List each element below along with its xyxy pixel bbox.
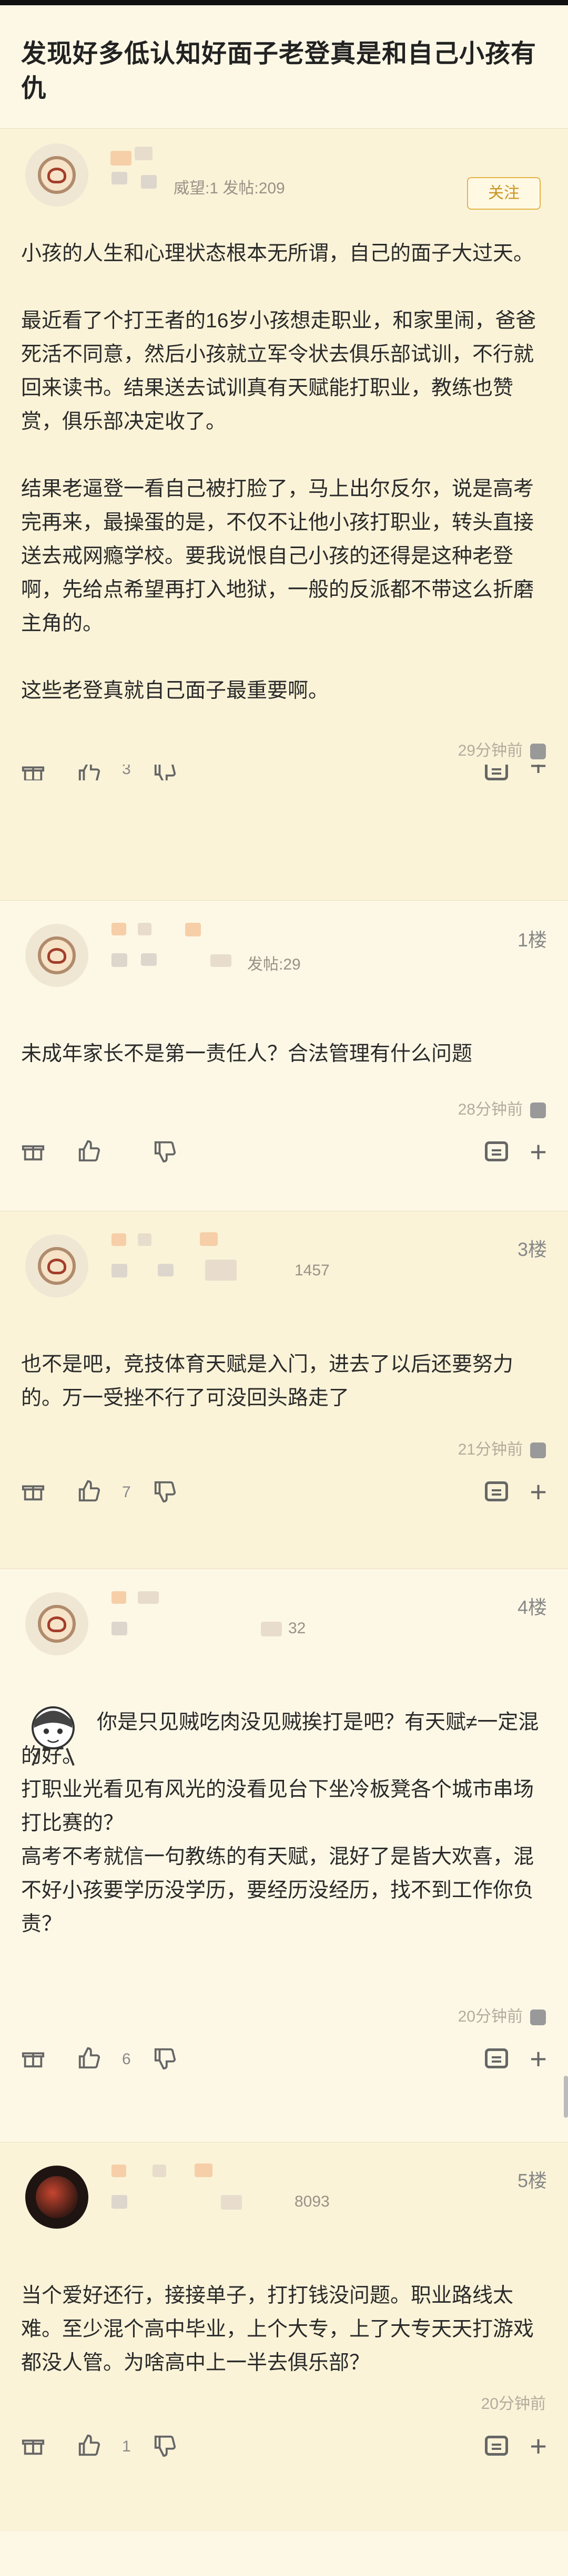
user-meta: 发帖:29 bbox=[247, 956, 301, 973]
paragraph: 高考不考就信一句教练的有天赋，混好了是皆大欢喜，混不好小孩要学历没学历，要经历没… bbox=[21, 1846, 534, 1935]
comment-icon[interactable] bbox=[485, 765, 508, 780]
floor-number: 5楼 bbox=[517, 2170, 547, 2191]
post-content: 未成年家长不是第一责任人？合法管理有什么问题 bbox=[0, 985, 568, 1071]
follow-button[interactable]: 关注 bbox=[467, 177, 541, 210]
post-time: 20分钟前 bbox=[0, 1941, 568, 2031]
status-bar bbox=[0, 0, 568, 5]
gift-icon[interactable] bbox=[21, 1479, 45, 1503]
like-count: 1 bbox=[122, 2438, 131, 2455]
post-time: 29分钟前 bbox=[0, 708, 568, 765]
dislike-icon[interactable] bbox=[153, 2046, 177, 2070]
dislike-icon[interactable] bbox=[153, 2434, 177, 2458]
dislike-icon[interactable] bbox=[153, 1139, 177, 1163]
post-actions: + bbox=[0, 1124, 568, 1181]
like-count: 7 bbox=[122, 1483, 131, 1501]
comment-icon[interactable] bbox=[485, 1141, 508, 1161]
reply-post: 32 4楼 你是只见贼吃肉没见贼挨打是吧？有天赋≠一定混的好。 打职业光看见有风… bbox=[0, 1569, 568, 2142]
floor-number: 4楼 bbox=[517, 1596, 547, 1618]
android-icon bbox=[530, 2010, 546, 2026]
like-icon[interactable] bbox=[77, 765, 101, 780]
plus-icon[interactable]: + bbox=[530, 1137, 547, 1167]
post-actions: 7 + bbox=[0, 1464, 568, 1521]
paragraph: 未成年家长不是第一责任人？合法管理有什么问题 bbox=[21, 1043, 473, 1065]
android-icon bbox=[530, 1102, 546, 1119]
like-count: 6 bbox=[122, 2051, 131, 2068]
post-content: 小孩的人生和心理状态根本无所谓，自己的面子大过天。 最近看了个打王者的16岁小孩… bbox=[0, 208, 568, 708]
post-time: 28分钟前 bbox=[0, 1071, 568, 1124]
gift-icon[interactable] bbox=[21, 2046, 45, 2070]
dislike-icon[interactable] bbox=[153, 765, 177, 780]
post-header: 1457 3楼 bbox=[0, 1211, 568, 1297]
user-meta: 1457 bbox=[295, 1262, 330, 1279]
avatar[interactable] bbox=[25, 1592, 88, 1655]
android-icon bbox=[530, 1442, 546, 1459]
paragraph: 当个爱好还行，接接单子，打打钱没问题。职业路线太难。至少混个高中毕业，上个大专，… bbox=[21, 2284, 534, 2374]
thread-title: 发现好多低认知好面子老登真是和自己小孩有仇 bbox=[21, 40, 537, 102]
scrollbar[interactable] bbox=[564, 2076, 568, 2118]
post-time: 20分钟前 bbox=[481, 2395, 546, 2413]
like-icon[interactable] bbox=[77, 1479, 101, 1503]
user-meta: 威望:1 发帖:209 bbox=[174, 180, 285, 197]
anime-sticker-image bbox=[32, 1706, 75, 1766]
paragraph: 打职业光看见有风光的没看见台下坐冷板凳各个城市串场打比赛的？ bbox=[21, 1778, 534, 1835]
plus-icon[interactable]: + bbox=[530, 2044, 547, 2074]
paragraph: 最近看了个打王者的16岁小孩想走职业，和家里闹，爸爸死活不同意，然后小孩就立军令… bbox=[21, 310, 536, 433]
like-icon[interactable] bbox=[77, 2434, 101, 2458]
paragraph: 这些老登真就自己面子最重要啊。 bbox=[21, 679, 329, 702]
gift-icon[interactable] bbox=[21, 765, 45, 780]
avatar[interactable] bbox=[25, 2166, 88, 2229]
gift-icon[interactable] bbox=[21, 2434, 45, 2458]
post-header: 威望:1 发帖:209 关注 bbox=[0, 129, 568, 210]
floor-number: 3楼 bbox=[517, 1239, 547, 1260]
post-content: 也不是吧，竞技体育天赋是入门，进去了以后还要努力的。万一受挫不行了可没回头路走了 bbox=[0, 1295, 568, 1415]
floor-number: 1楼 bbox=[517, 929, 547, 951]
avatar[interactable] bbox=[25, 1234, 88, 1297]
dislike-icon[interactable] bbox=[153, 1479, 177, 1503]
paragraph: 结果老逼登一看自己被打脸了，马上出尔反尔，说是高考完再来，最操蛋的是，不仅不让他… bbox=[21, 478, 534, 635]
post-header: 8093 5楼 bbox=[0, 2142, 568, 2229]
reply-post: 8093 5楼 当个爱好还行，接接单子，打打钱没问题。职业路线太难。至少混个高中… bbox=[0, 2142, 568, 2531]
post-header: 32 4楼 bbox=[0, 1569, 568, 1655]
plus-icon[interactable]: + bbox=[530, 1477, 547, 1507]
ios-icon bbox=[530, 744, 546, 760]
comment-icon[interactable] bbox=[485, 2436, 508, 2456]
post-header: 发帖:29 1楼 bbox=[0, 901, 568, 987]
post-actions: 1 + bbox=[0, 2418, 568, 2476]
user-meta: 32 bbox=[288, 1620, 306, 1637]
comment-icon[interactable] bbox=[485, 2048, 508, 2068]
like-count: 3 bbox=[122, 765, 131, 778]
paragraph: 小孩的人生和心理状态根本无所谓，自己的面子大过天。 bbox=[21, 242, 534, 265]
like-icon[interactable] bbox=[77, 1139, 101, 1163]
plus-icon[interactable]: + bbox=[530, 765, 547, 780]
post-actions: 6 + bbox=[0, 2031, 568, 2088]
user-meta: 8093 bbox=[295, 2193, 330, 2210]
paragraph: 你是只见贼吃肉没见贼挨打是吧？有天赋≠一定混的好。 bbox=[21, 1711, 539, 1767]
gift-icon[interactable] bbox=[21, 1139, 45, 1163]
post-content: 当个爱好还行，接接单子，打打钱没问题。职业路线太难。至少混个高中毕业，上个大专，… bbox=[0, 2227, 568, 2380]
op-post: 威望:1 发帖:209 关注 小孩的人生和心理状态根本无所谓，自己的面子大过天。… bbox=[0, 128, 568, 900]
post-actions: 3 + bbox=[0, 765, 568, 780]
avatar[interactable] bbox=[25, 143, 88, 207]
paragraph: 也不是吧，竞技体育天赋是入门，进去了以后还要努力的。万一受挫不行了可没回头路走了 bbox=[21, 1353, 514, 1409]
like-icon[interactable] bbox=[77, 2046, 101, 2070]
post-time: 21分钟前 bbox=[0, 1415, 568, 1464]
reply-post: 发帖:29 1楼 未成年家长不是第一责任人？合法管理有什么问题 28分钟前 + bbox=[0, 900, 568, 1211]
post-content: 你是只见贼吃肉没见贼挨打是吧？有天赋≠一定混的好。 打职业光看见有风光的没看见台… bbox=[0, 1653, 568, 1941]
plus-icon[interactable]: + bbox=[530, 2431, 547, 2461]
comment-icon[interactable] bbox=[485, 1481, 508, 1501]
reply-post: 1457 3楼 也不是吧，竞技体育天赋是入门，进去了以后还要努力的。万一受挫不行… bbox=[0, 1211, 568, 1569]
avatar[interactable] bbox=[25, 924, 88, 987]
